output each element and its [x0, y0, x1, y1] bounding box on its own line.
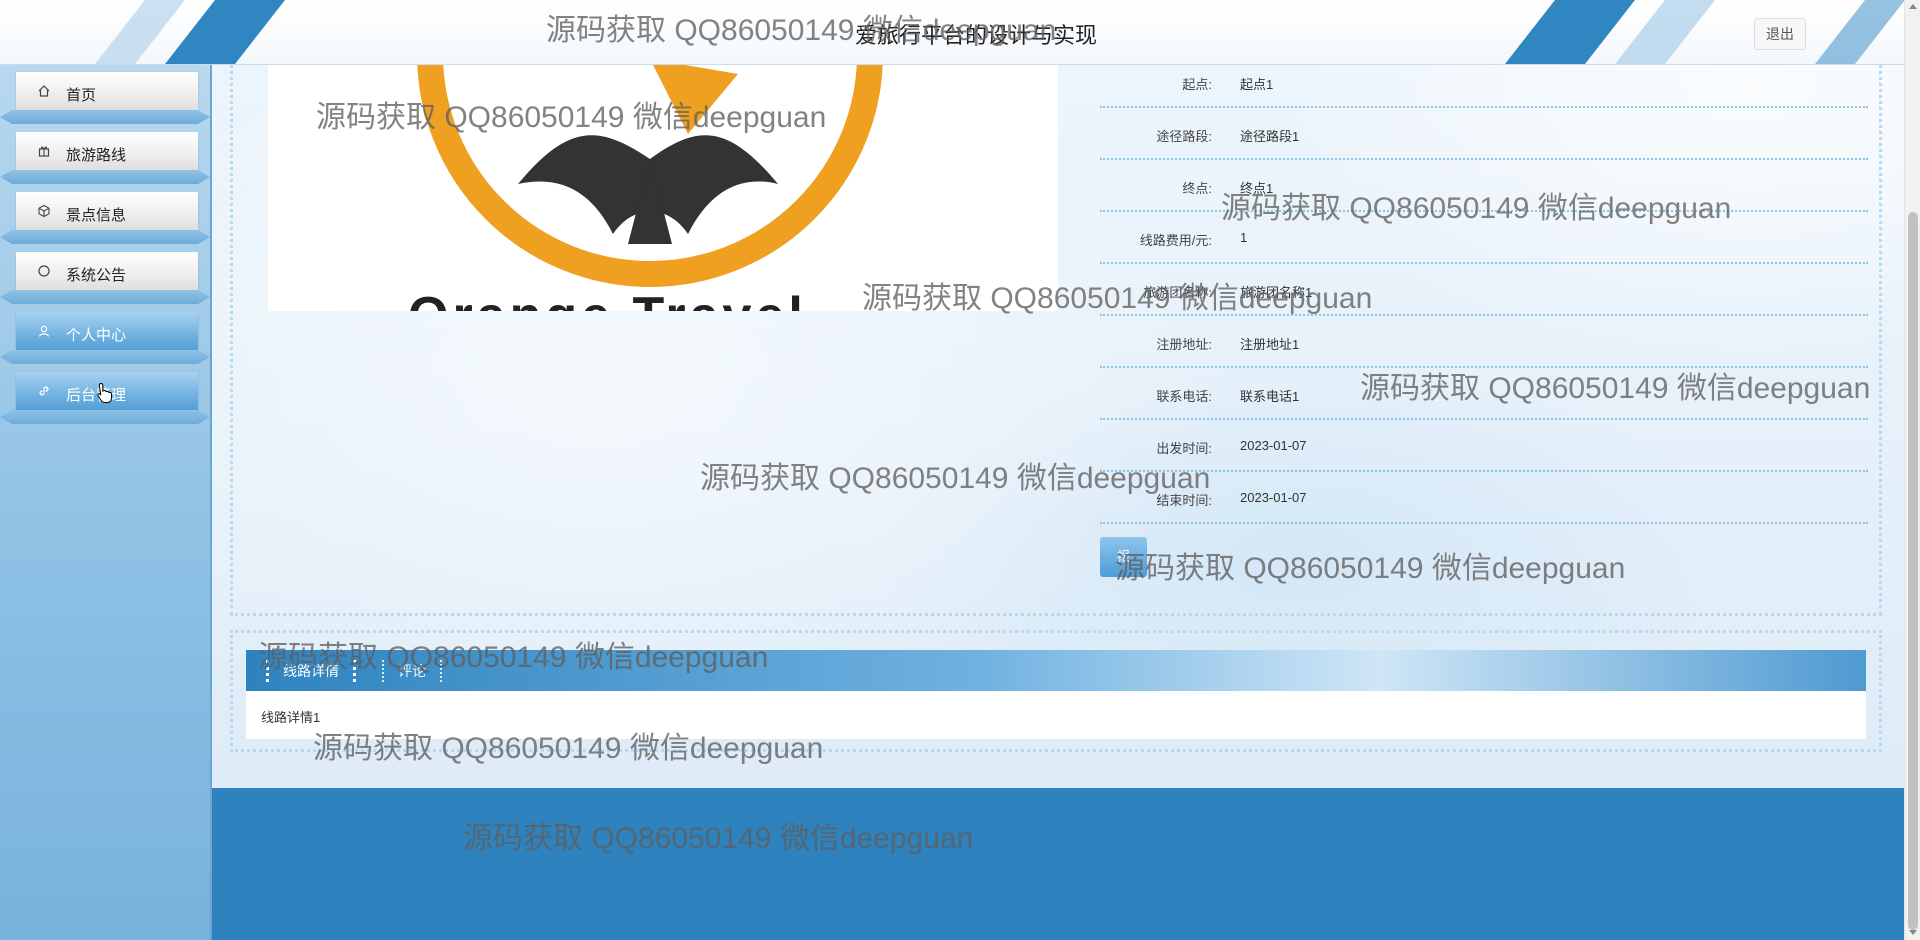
signup-button[interactable]: 报: [1100, 537, 1147, 577]
home-icon: [36, 84, 52, 100]
detail-row-end-time: 结束时间: 2023-01-07: [1100, 470, 1868, 524]
detail-label: 联系电话:: [1156, 389, 1212, 404]
menu-divider: [0, 410, 210, 424]
menu-divider: [0, 110, 210, 124]
detail-row-group-name: 旅游团名称: 旅游团名称1: [1100, 262, 1868, 316]
sidebar-item-routes[interactable]: 旅游路线: [0, 124, 210, 184]
detail-label: 出发时间:: [1156, 441, 1212, 456]
menu-divider: [0, 230, 210, 244]
footer: [212, 788, 1904, 940]
detail-value: 2023-01-07: [1240, 438, 1307, 453]
sidebar-item-announcements[interactable]: 系统公告: [0, 244, 210, 304]
tab-route-details[interactable]: 线路详情: [266, 660, 356, 682]
detail-row-phone: 联系电话: 联系电话1: [1100, 366, 1868, 420]
sidebar-item-label: 旅游路线: [66, 147, 127, 164]
detail-value: 终点1: [1240, 181, 1274, 196]
gift-icon: [36, 144, 52, 160]
scroll-up-arrow-icon[interactable]: [1909, 4, 1917, 9]
logout-button[interactable]: 退出: [1754, 18, 1806, 50]
sidebar-item-label: 首页: [66, 87, 97, 104]
detail-label: 途径路段:: [1156, 129, 1212, 144]
tab-content: 线路详情1: [246, 691, 1866, 739]
detail-label: 注册地址:: [1156, 337, 1212, 352]
sidebar-item-home[interactable]: 首页: [0, 64, 210, 124]
tab-comments[interactable]: 评论: [382, 660, 442, 682]
detail-value: 旅游团名称1: [1240, 285, 1313, 300]
menu-divider: [0, 350, 210, 364]
link-icon: [36, 384, 52, 400]
orange-travel-logo: [417, 64, 883, 287]
menu-divider: [0, 290, 210, 304]
menu-divider: [0, 170, 210, 184]
detail-value: 联系电话1: [1240, 389, 1300, 404]
detail-label: 终点:: [1182, 181, 1212, 196]
hand-cursor-icon: [96, 382, 114, 409]
top-header: 爱旅行平台的设计与实现 退出: [0, 0, 1904, 65]
page-scrollbar[interactable]: [1904, 0, 1920, 940]
logo-text: Orange Travel: [408, 286, 807, 311]
detail-row-address: 注册地址: 注册地址1: [1100, 314, 1868, 368]
sidebar-item-label: 个人中心: [66, 327, 127, 344]
site-title: 爱旅行平台的设计与实现: [854, 23, 1097, 48]
sidebar-item-profile[interactable]: 个人中心: [0, 304, 210, 364]
detail-value: 1: [1240, 230, 1248, 245]
detail-label: 线路费用/元:: [1139, 233, 1212, 248]
tab-bar: 线路详情 评论: [246, 650, 1866, 691]
detail-label: 起点:: [1182, 77, 1212, 92]
route-image: Orange Travel: [268, 64, 1058, 311]
detail-value: 2023-01-07: [1240, 490, 1307, 505]
detail-value: 途径路段1: [1240, 129, 1300, 144]
detail-row-end: 终点: 终点1: [1100, 158, 1868, 212]
detail-label: 结束时间:: [1156, 493, 1212, 508]
sidebar-item-attractions[interactable]: 景点信息: [0, 184, 210, 244]
detail-row-price: 线路费用/元: 1: [1100, 210, 1868, 264]
detail-row-via: 途径路段: 途径路段1: [1100, 106, 1868, 160]
scrollbar-thumb[interactable]: [1908, 212, 1918, 930]
detail-value: 起点1: [1240, 77, 1274, 92]
user-icon: [36, 324, 52, 340]
detail-label: 旅游团名称:: [1143, 285, 1212, 300]
sidebar: 首页 旅游路线 景点信息 系统公告 个人中心 后台管理: [0, 64, 212, 940]
cube-icon: [36, 204, 52, 220]
scroll-down-arrow-icon[interactable]: [1909, 930, 1917, 935]
detail-value: 注册地址1: [1240, 337, 1300, 352]
detail-row-depart-time: 出发时间: 2023-01-07: [1100, 418, 1868, 472]
route-detail-text: 线路详情1: [261, 710, 321, 725]
sidebar-item-label: 系统公告: [66, 267, 127, 284]
circle-icon: [36, 264, 52, 280]
sidebar-item-label: 景点信息: [66, 207, 127, 224]
